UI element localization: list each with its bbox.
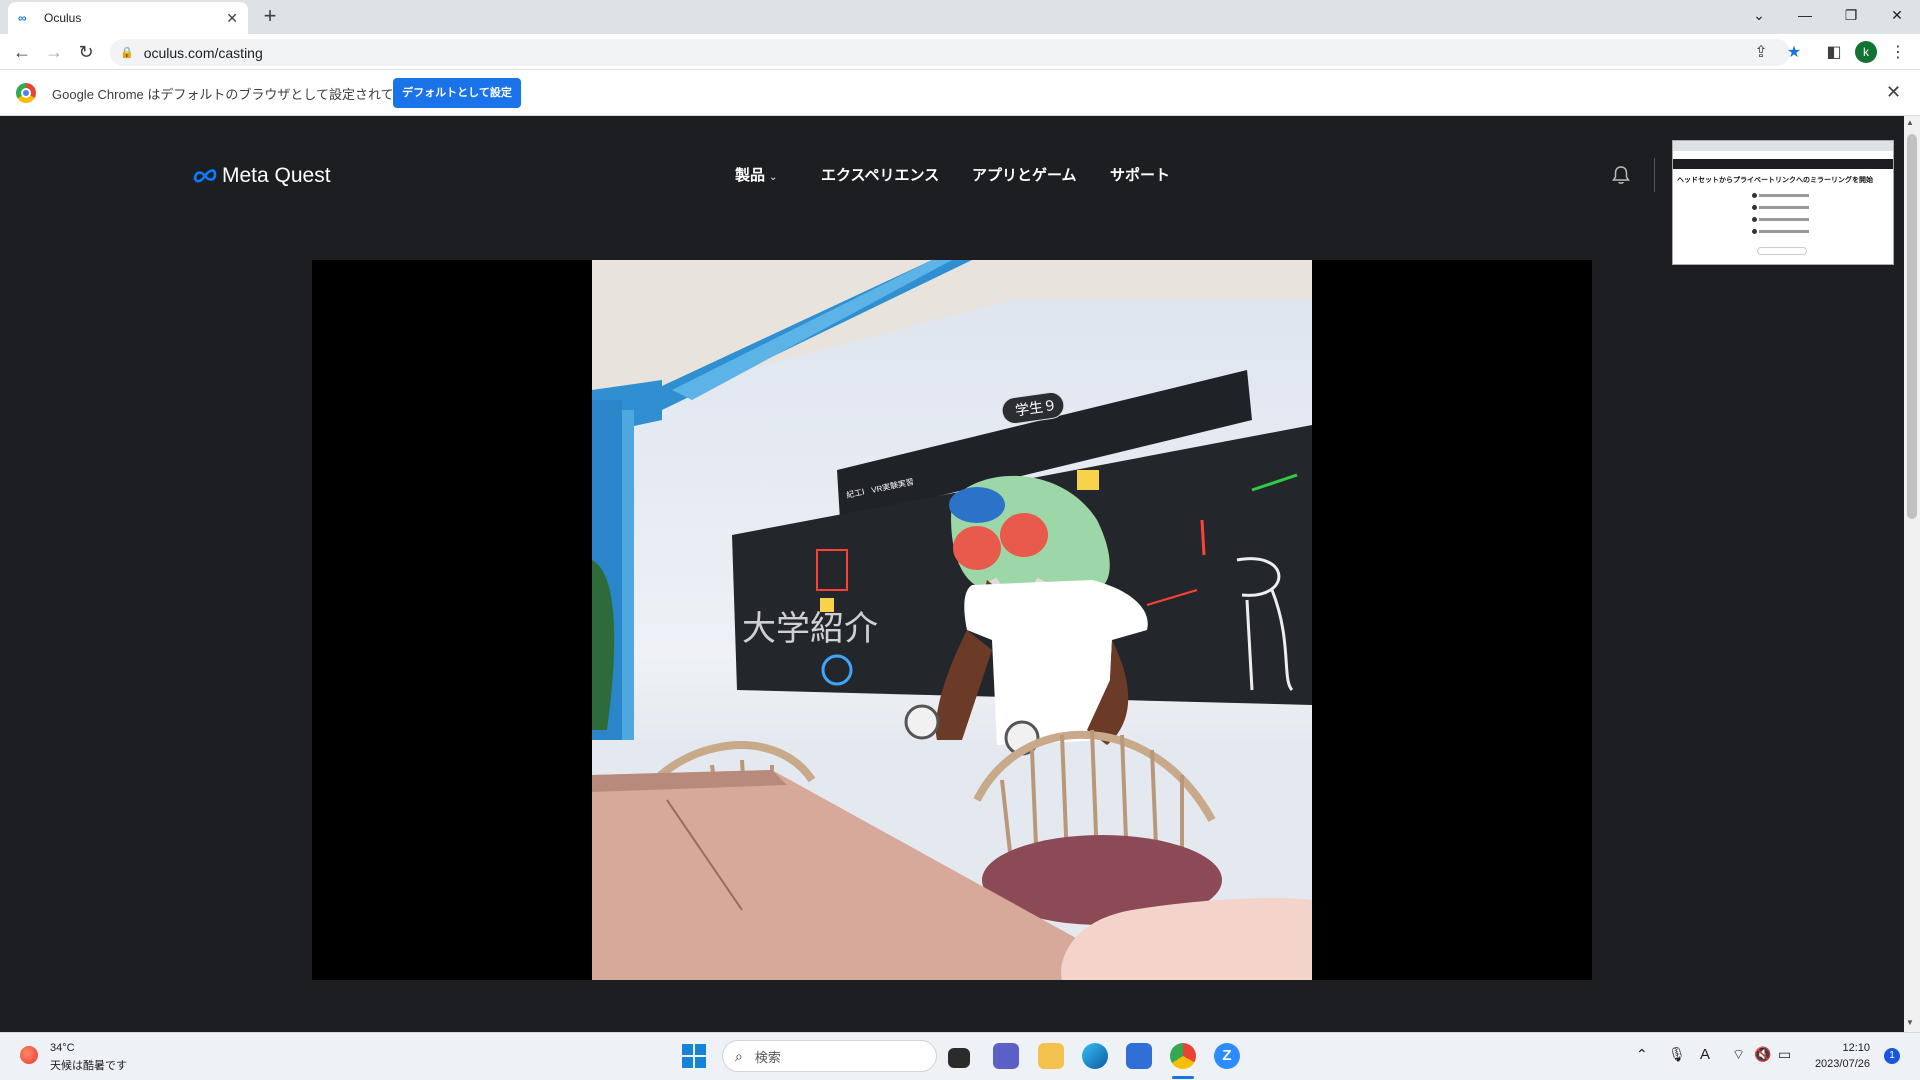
wifi-icon[interactable]: ⌔ xyxy=(1732,1046,1745,1064)
scroll-up-arrow-icon[interactable]: ▲ xyxy=(1906,118,1914,127)
forward-icon[interactable]: → xyxy=(42,40,66,64)
show-hidden-icons-chevron-icon[interactable]: ⌃ xyxy=(1636,1046,1648,1063)
vr-cast-view: 学生９ 紀工Ⅰ VR実験実習 大学紹介 xyxy=(592,260,1312,980)
start-button[interactable] xyxy=(682,1044,706,1068)
task-view-icon[interactable] xyxy=(948,1048,970,1068)
close-window-button[interactable]: ✕ xyxy=(1874,0,1920,32)
edge-browser-icon[interactable] xyxy=(1082,1043,1108,1069)
preview-heading: ヘッドセットからプライベートリンクへのミラーリングを開始 xyxy=(1677,177,1873,184)
microsoft-store-icon[interactable] xyxy=(1126,1043,1152,1069)
weather-thermometer-icon[interactable] xyxy=(20,1046,38,1064)
scroll-down-arrow-icon[interactable]: ▼ xyxy=(1906,1018,1914,1027)
taskbar-search[interactable]: ⌕ 検索 xyxy=(722,1040,937,1072)
address-bar[interactable]: 🔒 oculus.com/casting xyxy=(110,39,1790,66)
infobar-message: Google Chrome はデフォルトのブラウザとして設定されていません xyxy=(52,87,446,102)
microphone-icon[interactable]: 🎙 xyxy=(1668,1046,1686,1063)
zoom-app-icon[interactable]: Z xyxy=(1214,1043,1240,1069)
side-panel-icon[interactable]: ◧ xyxy=(1822,41,1846,65)
minimize-button[interactable]: — xyxy=(1782,0,1828,32)
vr-scene-image: 学生９ 紀工Ⅰ VR実験実習 大学紹介 xyxy=(592,260,1312,980)
nav-apps-games[interactable]: アプリとゲーム xyxy=(972,164,1077,185)
search-placeholder: 検索 xyxy=(754,1049,781,1065)
share-icon[interactable]: ⇪ xyxy=(1749,41,1773,65)
notification-bell-icon[interactable] xyxy=(1610,164,1632,186)
weather-temperature[interactable]: 34°C xyxy=(50,1042,75,1054)
meta-quest-logo[interactable]: Meta Quest xyxy=(192,164,331,188)
logo-text: Meta Quest xyxy=(222,164,331,187)
infobar-close-icon[interactable]: ✕ xyxy=(1886,82,1901,103)
chrome-taskbar-icon[interactable] xyxy=(1170,1043,1196,1069)
nav-products[interactable]: 製品 ⌄ xyxy=(735,164,777,185)
file-explorer-icon[interactable] xyxy=(1038,1043,1064,1069)
weather-description[interactable]: 天候は酷暑です xyxy=(50,1057,127,1073)
speaker-muted-icon[interactable]: 🔇 xyxy=(1754,1046,1771,1063)
ime-indicator[interactable]: A xyxy=(1700,1046,1710,1063)
reload-icon[interactable]: ↻ xyxy=(74,40,98,64)
tab-title: Oculus xyxy=(44,11,82,25)
clock-date[interactable]: 2023/07/26 xyxy=(1810,1058,1870,1070)
nav-products-label: 製品 xyxy=(735,167,766,184)
new-tab-button[interactable]: + xyxy=(258,4,282,28)
nav-experiences[interactable]: エクスペリエンス xyxy=(821,164,939,185)
bookmark-star-icon[interactable]: ★ xyxy=(1782,41,1806,65)
chevron-down-icon: ⌄ xyxy=(769,172,778,183)
tab-search-icon[interactable]: ⌄ xyxy=(1736,0,1782,32)
set-default-button[interactable]: デフォルトとして設定 xyxy=(393,78,521,108)
profile-avatar[interactable]: k xyxy=(1855,41,1877,63)
nav-divider xyxy=(1654,158,1655,192)
nav-support[interactable]: サポート xyxy=(1110,164,1170,185)
active-app-indicator xyxy=(1172,1076,1194,1079)
scrollbar-thumb[interactable] xyxy=(1907,134,1917,519)
meta-logo-icon xyxy=(193,169,217,183)
tab-close-icon[interactable]: ✕ xyxy=(226,10,238,27)
menu-kebab-icon[interactable]: ⋮ xyxy=(1886,41,1910,65)
url-text: oculus.com/casting xyxy=(143,44,263,61)
mirroring-preview-thumbnail[interactable]: ヘッドセットからプライベートリンクへのミラーリングを開始 xyxy=(1672,140,1894,265)
tab-strip xyxy=(0,0,1920,34)
meta-infinity-icon: ∞ xyxy=(18,11,27,25)
browser-tab[interactable]: ∞ Oculus ✕ xyxy=(8,2,248,34)
back-icon[interactable]: ← xyxy=(10,40,34,64)
battery-icon[interactable]: ▭ xyxy=(1778,1046,1791,1063)
clock-time[interactable]: 12:10 xyxy=(1810,1042,1870,1054)
search-icon: ⌕ xyxy=(735,1047,743,1064)
chrome-logo-icon xyxy=(16,83,36,103)
restore-button[interactable]: ❐ xyxy=(1828,0,1874,32)
chalkboard-writing: 大学紹介 xyxy=(742,609,878,649)
notification-badge[interactable]: 1 xyxy=(1884,1048,1900,1064)
teams-chat-icon[interactable] xyxy=(993,1043,1019,1069)
lock-icon: 🔒 xyxy=(120,47,134,59)
